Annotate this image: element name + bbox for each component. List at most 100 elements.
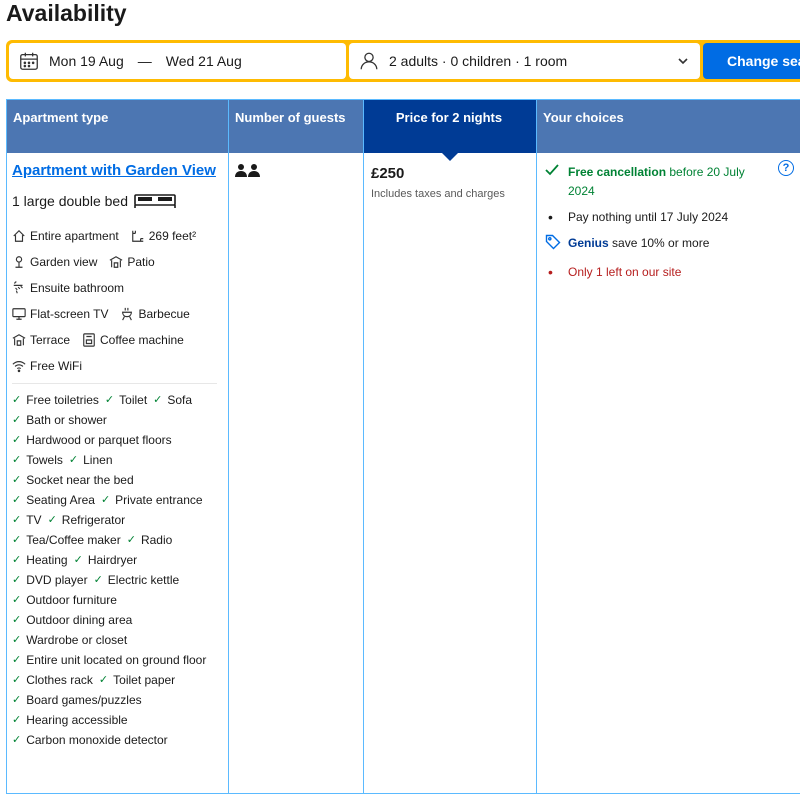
check-in-date: Mon 19 Aug <box>49 53 124 69</box>
amenity-row: ✓ TV ✓ Refrigerator <box>12 510 222 530</box>
header-apartment-type: Apartment type <box>6 99 229 153</box>
coffee-machine-icon <box>83 332 95 347</box>
barbecue-icon <box>122 307 133 320</box>
facility-row: Entire apartment 269 feet² <box>12 223 222 249</box>
amenity-item: ✓ Heating <box>12 553 68 567</box>
floor-area-icon <box>131 230 143 242</box>
check-icon <box>545 163 568 201</box>
amenity-label: Bath or shower <box>26 412 107 427</box>
amenity-row: ✓ Socket near the bed <box>12 470 222 490</box>
facility-row: Free WiFi <box>12 353 222 379</box>
check-icon: ✓ <box>12 514 22 526</box>
amenity-label: Refrigerator <box>61 512 126 527</box>
change-search-button[interactable]: Change search <box>703 43 800 79</box>
apartment-name-link[interactable]: Apartment with Garden View <box>12 161 222 181</box>
search-bar: Mon 19 Aug — Wed 21 Aug 2 adults · 0 chi… <box>6 40 800 82</box>
amenity-label: Entire unit located on ground floor <box>26 652 207 667</box>
free-cancellation: Free cancellation before 20 July 2024 <box>545 163 792 201</box>
amenity-item: ✓ Linen <box>69 453 113 467</box>
amenity-item: ✓ Hearing accessible <box>12 713 128 727</box>
amenity-item: ✓ Seating Area <box>12 493 95 507</box>
amenity-label: Linen <box>83 452 113 467</box>
amenity-item: ✓ Sofa <box>153 393 192 407</box>
check-icon: ✓ <box>12 574 22 586</box>
amenity-label: Clothes rack <box>26 672 93 687</box>
price-note: Includes taxes and charges <box>371 187 505 200</box>
amenity-label: Towels <box>26 452 63 467</box>
bullet-icon: • <box>548 263 553 280</box>
header-your-choices: Your choices <box>536 99 800 153</box>
header-price: Price for 2 nights <box>363 99 537 161</box>
amenity-label: Electric kettle <box>107 572 180 587</box>
amenity-label: Private entrance <box>115 492 203 507</box>
genius-label: Genius <box>568 235 609 250</box>
facility-item: Free WiFi <box>12 359 82 373</box>
amenity-label: Board games/puzzles <box>26 692 142 707</box>
wifi-icon <box>12 360 26 372</box>
calendar-icon <box>20 52 38 70</box>
amenity-item: ✓ Electric kettle <box>94 573 180 587</box>
double-bed-icon <box>134 193 176 208</box>
facility-label: Flat-screen TV <box>30 306 109 321</box>
amenity-item: ✓ Towels <box>12 453 63 467</box>
patio-icon <box>109 255 123 268</box>
amenity-label: Tea/Coffee maker <box>26 532 121 547</box>
genius-discount: Genius save 10% or more <box>545 234 792 256</box>
facility-label: Garden view <box>30 254 98 269</box>
facility-label: Coffee machine <box>100 332 184 347</box>
date-separator: — <box>137 53 152 69</box>
amenity-item: ✓ Carbon monoxide detector <box>12 733 168 747</box>
header-notch <box>441 151 459 161</box>
amenity-label: Free toiletries <box>26 392 99 407</box>
check-icon: ✓ <box>12 714 22 726</box>
amenity-label: Outdoor dining area <box>26 612 133 627</box>
amenity-item: ✓ Hairdryer <box>74 553 138 567</box>
chevron-down-icon <box>678 58 688 65</box>
facility-label: Terrace <box>30 332 71 347</box>
amenity-item: ✓ Clothes rack <box>12 673 93 687</box>
bullet-icon: • <box>548 208 553 225</box>
amenity-item: ✓ Toilet paper <box>99 673 175 687</box>
help-icon[interactable]: ? <box>778 159 794 176</box>
check-icon: ✓ <box>12 654 22 666</box>
check-out-date: Wed 21 Aug <box>165 53 242 69</box>
facility-label: Patio <box>127 254 155 269</box>
amenity-label: DVD player <box>26 572 88 587</box>
amenity-item: ✓ Entire unit located on ground floor <box>12 653 206 667</box>
amenity-row: ✓ Hearing accessible <box>12 710 222 730</box>
check-icon: ✓ <box>104 394 115 406</box>
two-persons-icon <box>235 163 260 177</box>
bed-label: 1 large double bed <box>12 192 128 209</box>
amenity-label: Heating <box>26 552 68 567</box>
amenity-item: ✓ Bath or shower <box>12 413 107 427</box>
tag-icon <box>545 234 568 256</box>
facility-row: Terrace Coffee machine <box>12 327 222 353</box>
check-icon: ✓ <box>12 454 22 466</box>
date-picker[interactable]: Mon 19 Aug — Wed 21 Aug <box>9 43 346 79</box>
check-icon: ✓ <box>12 614 22 626</box>
amenity-label: Toilet <box>119 392 148 407</box>
amenity-item: ✓ Refrigerator <box>48 513 126 527</box>
pay-label: Pay nothing until 17 July 2024 <box>568 209 729 224</box>
check-icon: ✓ <box>12 414 22 426</box>
check-icon: ✓ <box>73 554 83 566</box>
amenity-item: ✓ Outdoor furniture <box>12 593 117 607</box>
facility-item: Terrace <box>12 333 70 347</box>
amenity-item: ✓ TV <box>12 513 42 527</box>
bed-info: 1 large double bed <box>12 193 222 209</box>
facilities-list: Entire apartment 269 feet² Garden view Pati… <box>12 223 222 379</box>
guests-selector[interactable]: 2 adults · 0 children · 1 room <box>349 43 700 79</box>
amenity-row: ✓ Heating ✓ Hairdryer <box>12 550 222 570</box>
amenity-row: ✓ Hardwood or parquet floors <box>12 430 222 450</box>
amenity-item: ✓ Socket near the bed <box>12 473 134 487</box>
choices-cell: ? Free cancellation before 20 July 2024 … <box>536 152 800 794</box>
facility-row: Ensuite bathroom <box>12 275 222 301</box>
scarcity-label: Only 1 left on our site <box>568 264 682 279</box>
amenity-item: ✓ Tea/Coffee maker <box>12 533 121 547</box>
facility-row: Flat-screen TV Barbecue <box>12 301 222 327</box>
apartment-cell: Apartment with Garden View 1 large doubl… <box>6 152 229 794</box>
amenity-label: Hairdryer <box>87 552 138 567</box>
header-price-label: Price for 2 nights <box>395 110 503 125</box>
facility-label: Ensuite bathroom <box>30 280 125 295</box>
check-icon: ✓ <box>12 594 22 606</box>
